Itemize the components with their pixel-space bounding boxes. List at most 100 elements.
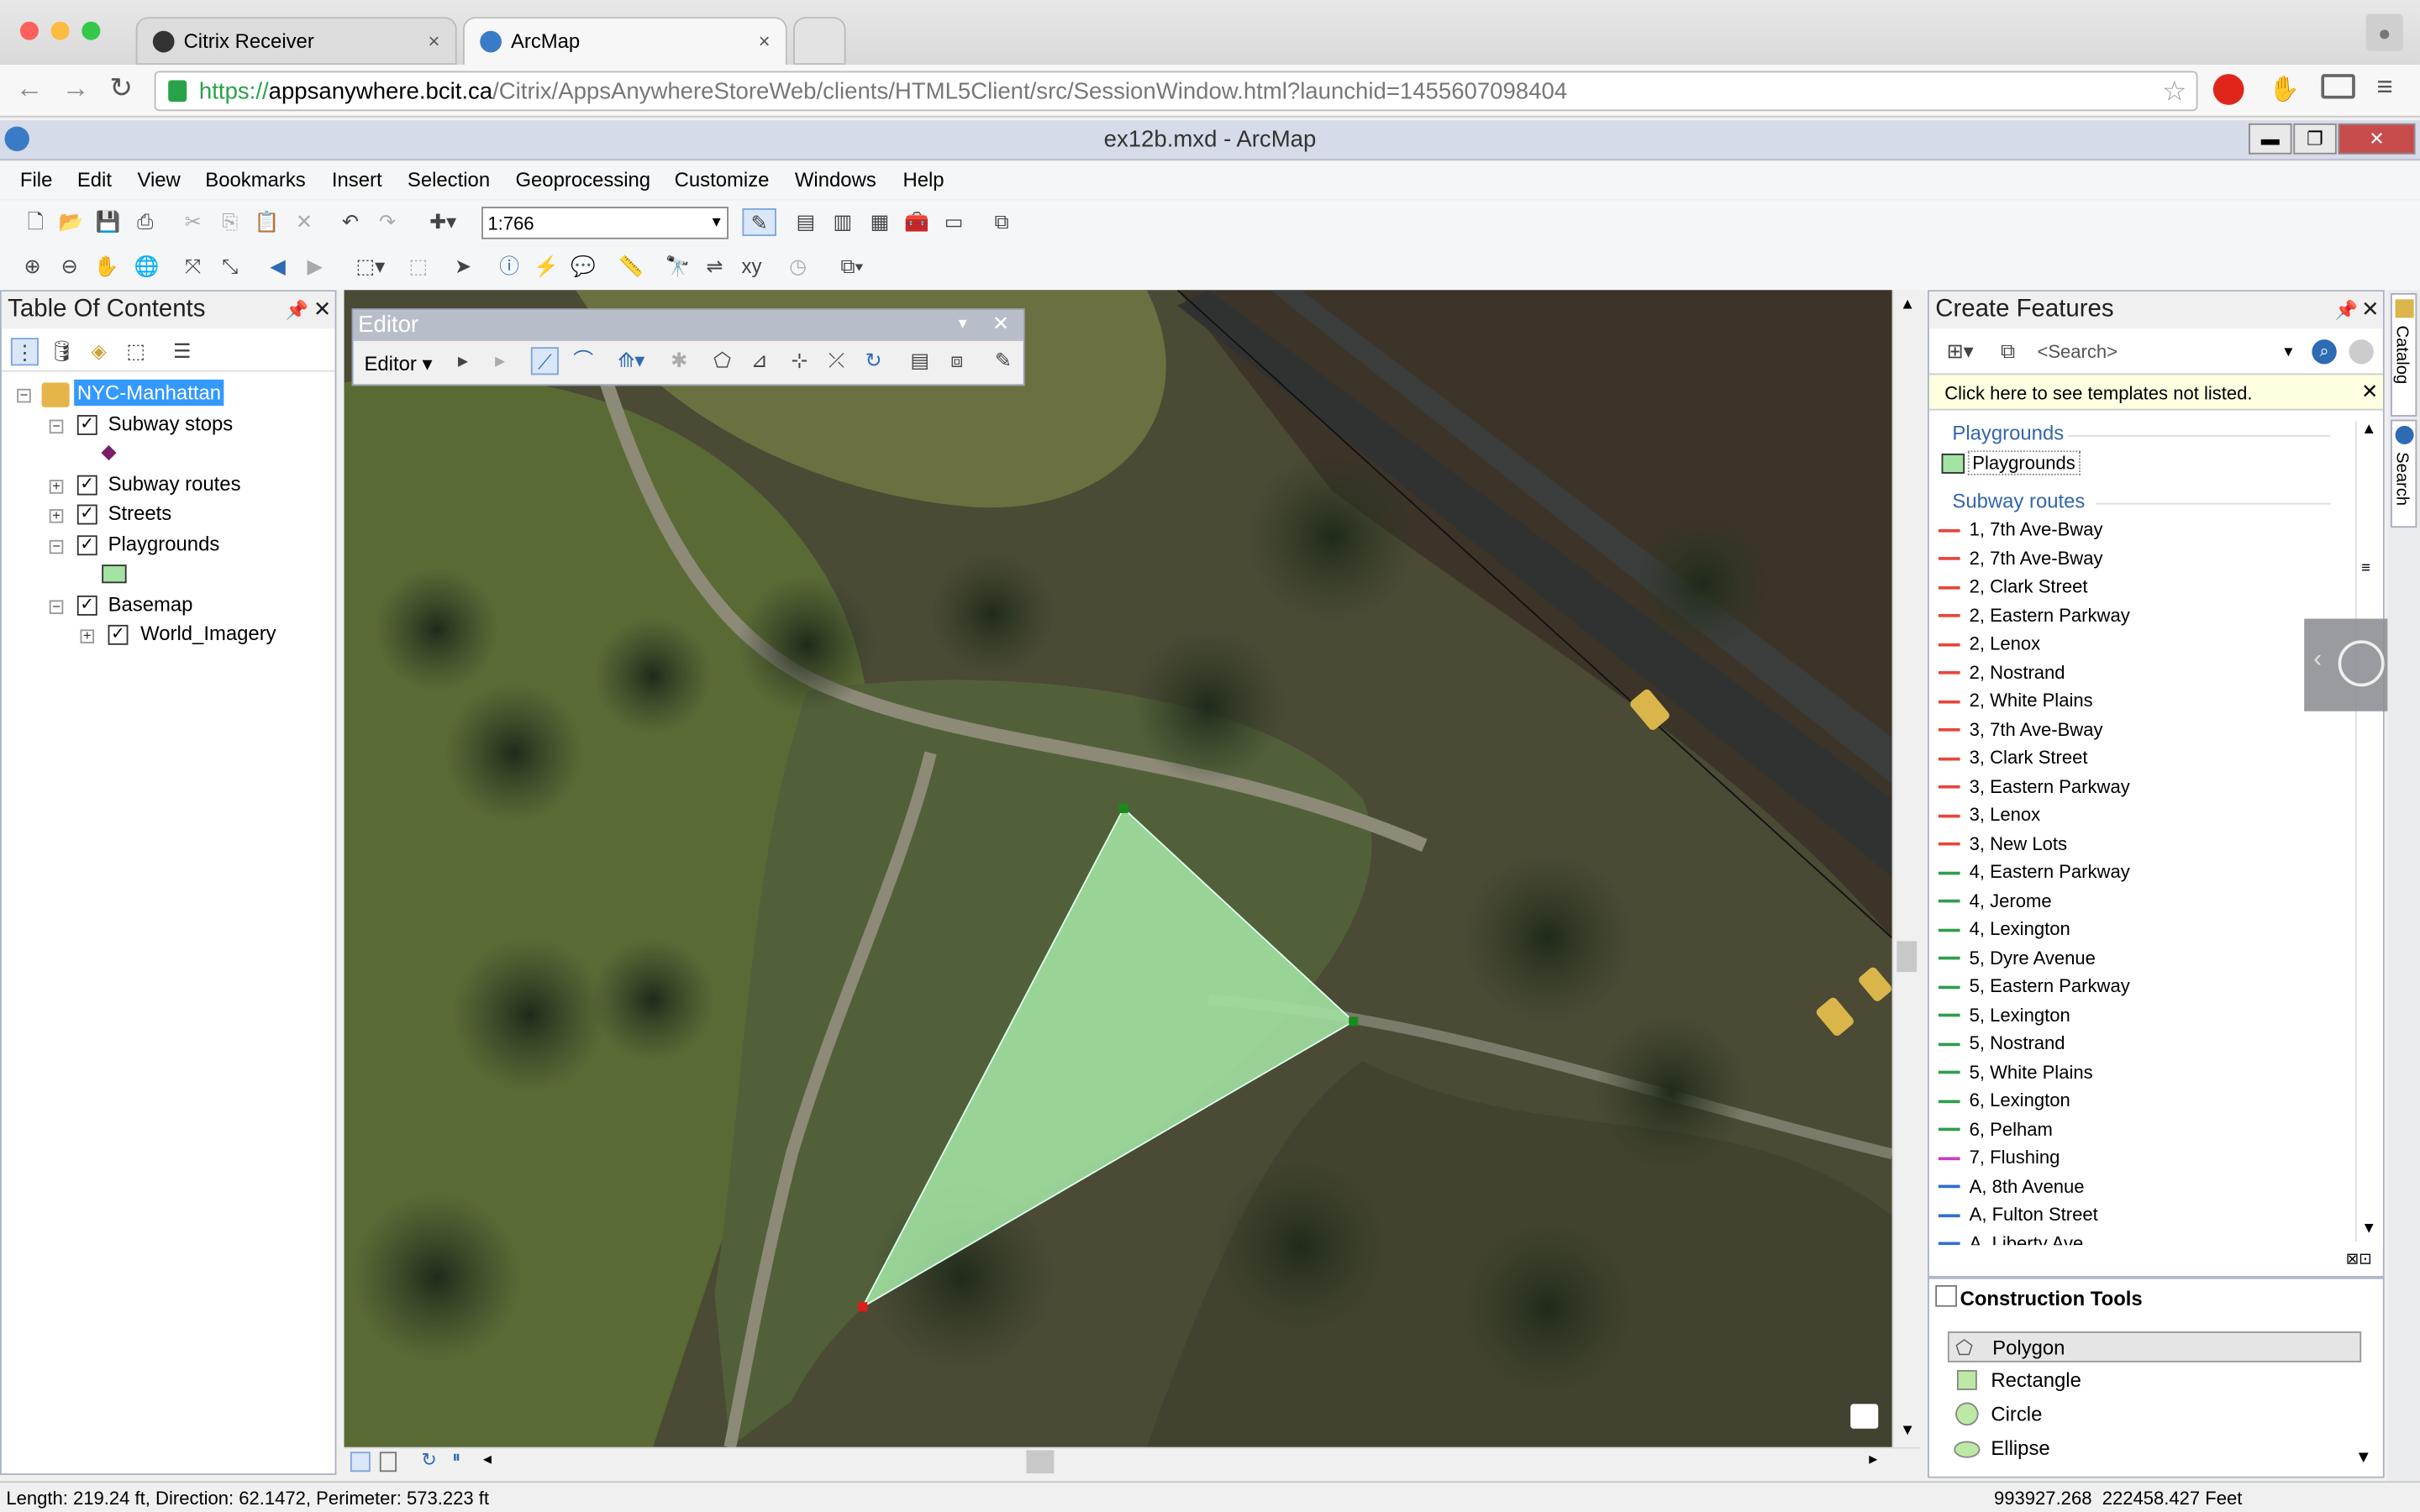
time-slider-icon[interactable]: ◷	[784, 253, 812, 281]
collapse-icon[interactable]: −	[49, 539, 64, 554]
save-icon[interactable]: 💾	[94, 208, 122, 236]
pause-drawing-icon[interactable]: ⏸	[452, 1449, 460, 1469]
menu-bookmarks[interactable]: Bookmarks	[205, 168, 305, 192]
organize-templates-icon[interactable]: ⧉	[1994, 338, 2022, 365]
menu-view[interactable]: View	[137, 168, 180, 192]
layout-view-icon[interactable]	[379, 1452, 397, 1473]
paste-icon[interactable]: 📋	[253, 208, 281, 236]
chevron-down-icon[interactable]: ▼	[1900, 1422, 1915, 1439]
layer-playgrounds[interactable]: Playgrounds	[108, 533, 220, 556]
filter-icon[interactable]: ⊞▾	[1939, 338, 1981, 365]
bookmark-star-icon[interactable]: ☆	[2162, 76, 2187, 108]
menu-insert[interactable]: Insert	[332, 168, 382, 192]
route-template-item[interactable]: 7, Flushing	[1938, 1147, 2060, 1168]
route-template-item[interactable]: 3, Lenox	[1938, 804, 2040, 826]
layer-subway-routes[interactable]: Subway routes	[108, 472, 241, 496]
layer-checkbox[interactable]: ✓	[76, 475, 97, 496]
minimize-window-button[interactable]	[50, 21, 70, 40]
extension-icon[interactable]: ✋	[2269, 74, 2300, 105]
rotate-icon[interactable]: ↻	[860, 347, 887, 375]
templates-scrollbar[interactable]: ▲ ≡ ▼	[2354, 421, 2380, 1242]
split-icon[interactable]: ⤫	[823, 347, 850, 375]
tool-rectangle[interactable]: Rectangle	[1948, 1365, 2361, 1396]
delete-icon[interactable]: ✕	[290, 208, 318, 236]
go-to-xy-icon[interactable]: xy	[738, 253, 765, 281]
close-icon[interactable]: ✕	[2361, 380, 2378, 404]
undo-icon[interactable]: ↶	[336, 208, 364, 236]
arc-segment-icon[interactable]: ⌒	[570, 347, 597, 375]
route-template-item[interactable]: 3, Eastern Parkway	[1938, 775, 2130, 797]
tab-citrix-receiver[interactable]: Citrix Receiver ×	[135, 17, 457, 66]
zoom-in-icon[interactable]: ⊕	[18, 253, 46, 281]
route-template-item[interactable]: 5, Dyre Avenue	[1938, 947, 2096, 969]
cut-icon[interactable]: ✂	[179, 208, 207, 236]
collapse-icon[interactable]: −	[49, 419, 64, 434]
menu-icon[interactable]: ≡	[2377, 71, 2393, 103]
fixed-zoom-out-icon[interactable]: ⤡	[216, 253, 244, 281]
menu-windows[interactable]: Windows	[795, 168, 876, 192]
list-by-visibility-icon[interactable]: ◈	[85, 338, 113, 365]
route-template-item[interactable]: A, Fulton Street	[1938, 1204, 2098, 1225]
layer-streets[interactable]: Streets	[108, 501, 172, 525]
route-template-item[interactable]: 1, 7th Ave-Bway	[1938, 518, 2103, 540]
menu-edit[interactable]: Edit	[77, 168, 112, 192]
route-template-item[interactable]: 3, New Lots	[1938, 832, 2067, 854]
arctoolbox-icon[interactable]: 🧰	[902, 208, 930, 236]
route-template-item[interactable]: A, 8th Avenue	[1938, 1175, 2084, 1196]
cut-polygons-icon[interactable]: ⊹	[786, 347, 813, 375]
new-tab-button[interactable]	[793, 17, 846, 66]
modelbuilder-icon[interactable]: ⧉	[987, 208, 1015, 236]
clear-search-icon[interactable]	[2349, 339, 2374, 365]
profile-icon[interactable]: ●	[2365, 13, 2403, 51]
scroll-thumb[interactable]	[1897, 941, 1918, 973]
layer-subway-stops[interactable]: Subway stops	[108, 412, 234, 435]
collapse-icon[interactable]: −	[49, 600, 64, 615]
data-view-icon[interactable]	[350, 1452, 371, 1473]
route-template-item[interactable]: 3, Clark Street	[1938, 747, 2088, 769]
map-vertical-scrollbar[interactable]: ▲ ▼	[1891, 290, 1920, 1447]
attributes-icon[interactable]: ▤	[906, 347, 934, 375]
list-by-source-icon[interactable]: 🛢	[48, 338, 76, 365]
collapse-icon[interactable]: −	[17, 388, 31, 403]
scroll-grip-icon[interactable]: ≡	[2361, 560, 2370, 577]
cast-icon[interactable]	[2321, 74, 2355, 99]
route-template-item[interactable]: 5, Nostrand	[1938, 1032, 2065, 1053]
python-window-icon[interactable]: ▭	[940, 208, 968, 236]
map-display[interactable]: Editor ▾ ✕ Editor ▾ ▸ ▸ ⟋ ⌒ ⟰▾ ✱ ⬠ ⊿ ⊹ ⤫…	[344, 290, 1892, 1447]
add-data-icon[interactable]: ✚▾	[420, 208, 466, 236]
layer-basemap[interactable]: Basemap	[108, 592, 193, 616]
new-icon[interactable]: 🗋	[22, 208, 50, 236]
menu-selection[interactable]: Selection	[408, 168, 490, 192]
adblock-icon[interactable]	[2212, 74, 2244, 105]
menu-geoprocessing[interactable]: Geoprocessing	[515, 168, 650, 192]
pin-icon[interactable]: 📌	[2335, 299, 2358, 321]
menu-customize[interactable]: Customize	[675, 168, 770, 192]
search-icon[interactable]: ⌕	[2312, 339, 2337, 365]
close-icon[interactable]: ✕	[313, 297, 332, 323]
chevron-down-icon[interactable]: ▾	[2284, 341, 2292, 361]
layer-checkbox[interactable]: ✓	[76, 415, 97, 435]
forward-arrow-icon[interactable]: →	[61, 72, 89, 105]
back-arrow-icon[interactable]: ←	[15, 72, 43, 105]
route-template-item[interactable]: 5, White Plains	[1938, 1061, 2093, 1082]
minimize-button[interactable]: ▬	[2249, 123, 2292, 155]
find-route-icon[interactable]: ⇌	[701, 253, 729, 281]
search-input[interactable]: <Search>	[2037, 341, 2118, 363]
sketch-properties-icon[interactable]: ⧈	[943, 347, 971, 375]
chevron-right-icon[interactable]: ▸	[1869, 1449, 1877, 1468]
data-frame-label[interactable]: NYC-Manhattan	[74, 379, 224, 407]
route-template-item[interactable]: 2, Lenox	[1938, 633, 2040, 654]
edit-vertices-icon[interactable]: ⬠	[708, 347, 736, 375]
chevron-left-icon[interactable]: ◂	[483, 1449, 492, 1468]
close-window-button[interactable]	[19, 21, 39, 40]
layer-checkbox[interactable]: ✓	[108, 624, 129, 645]
comment-icon[interactable]	[1850, 1404, 1879, 1429]
route-template-item[interactable]: 2, White Plains	[1938, 690, 2093, 711]
edit-tool-icon[interactable]: ▸	[449, 347, 476, 375]
toc-window-icon[interactable]: ▤	[792, 208, 819, 236]
close-icon[interactable]: ✕	[2361, 297, 2380, 323]
print-icon[interactable]: ⎙	[131, 208, 159, 236]
tool-ellipse[interactable]: Ellipse	[1948, 1433, 2361, 1464]
html-popup-icon[interactable]: 💬	[570, 253, 597, 281]
restore-button[interactable]: ❐	[2293, 123, 2337, 155]
